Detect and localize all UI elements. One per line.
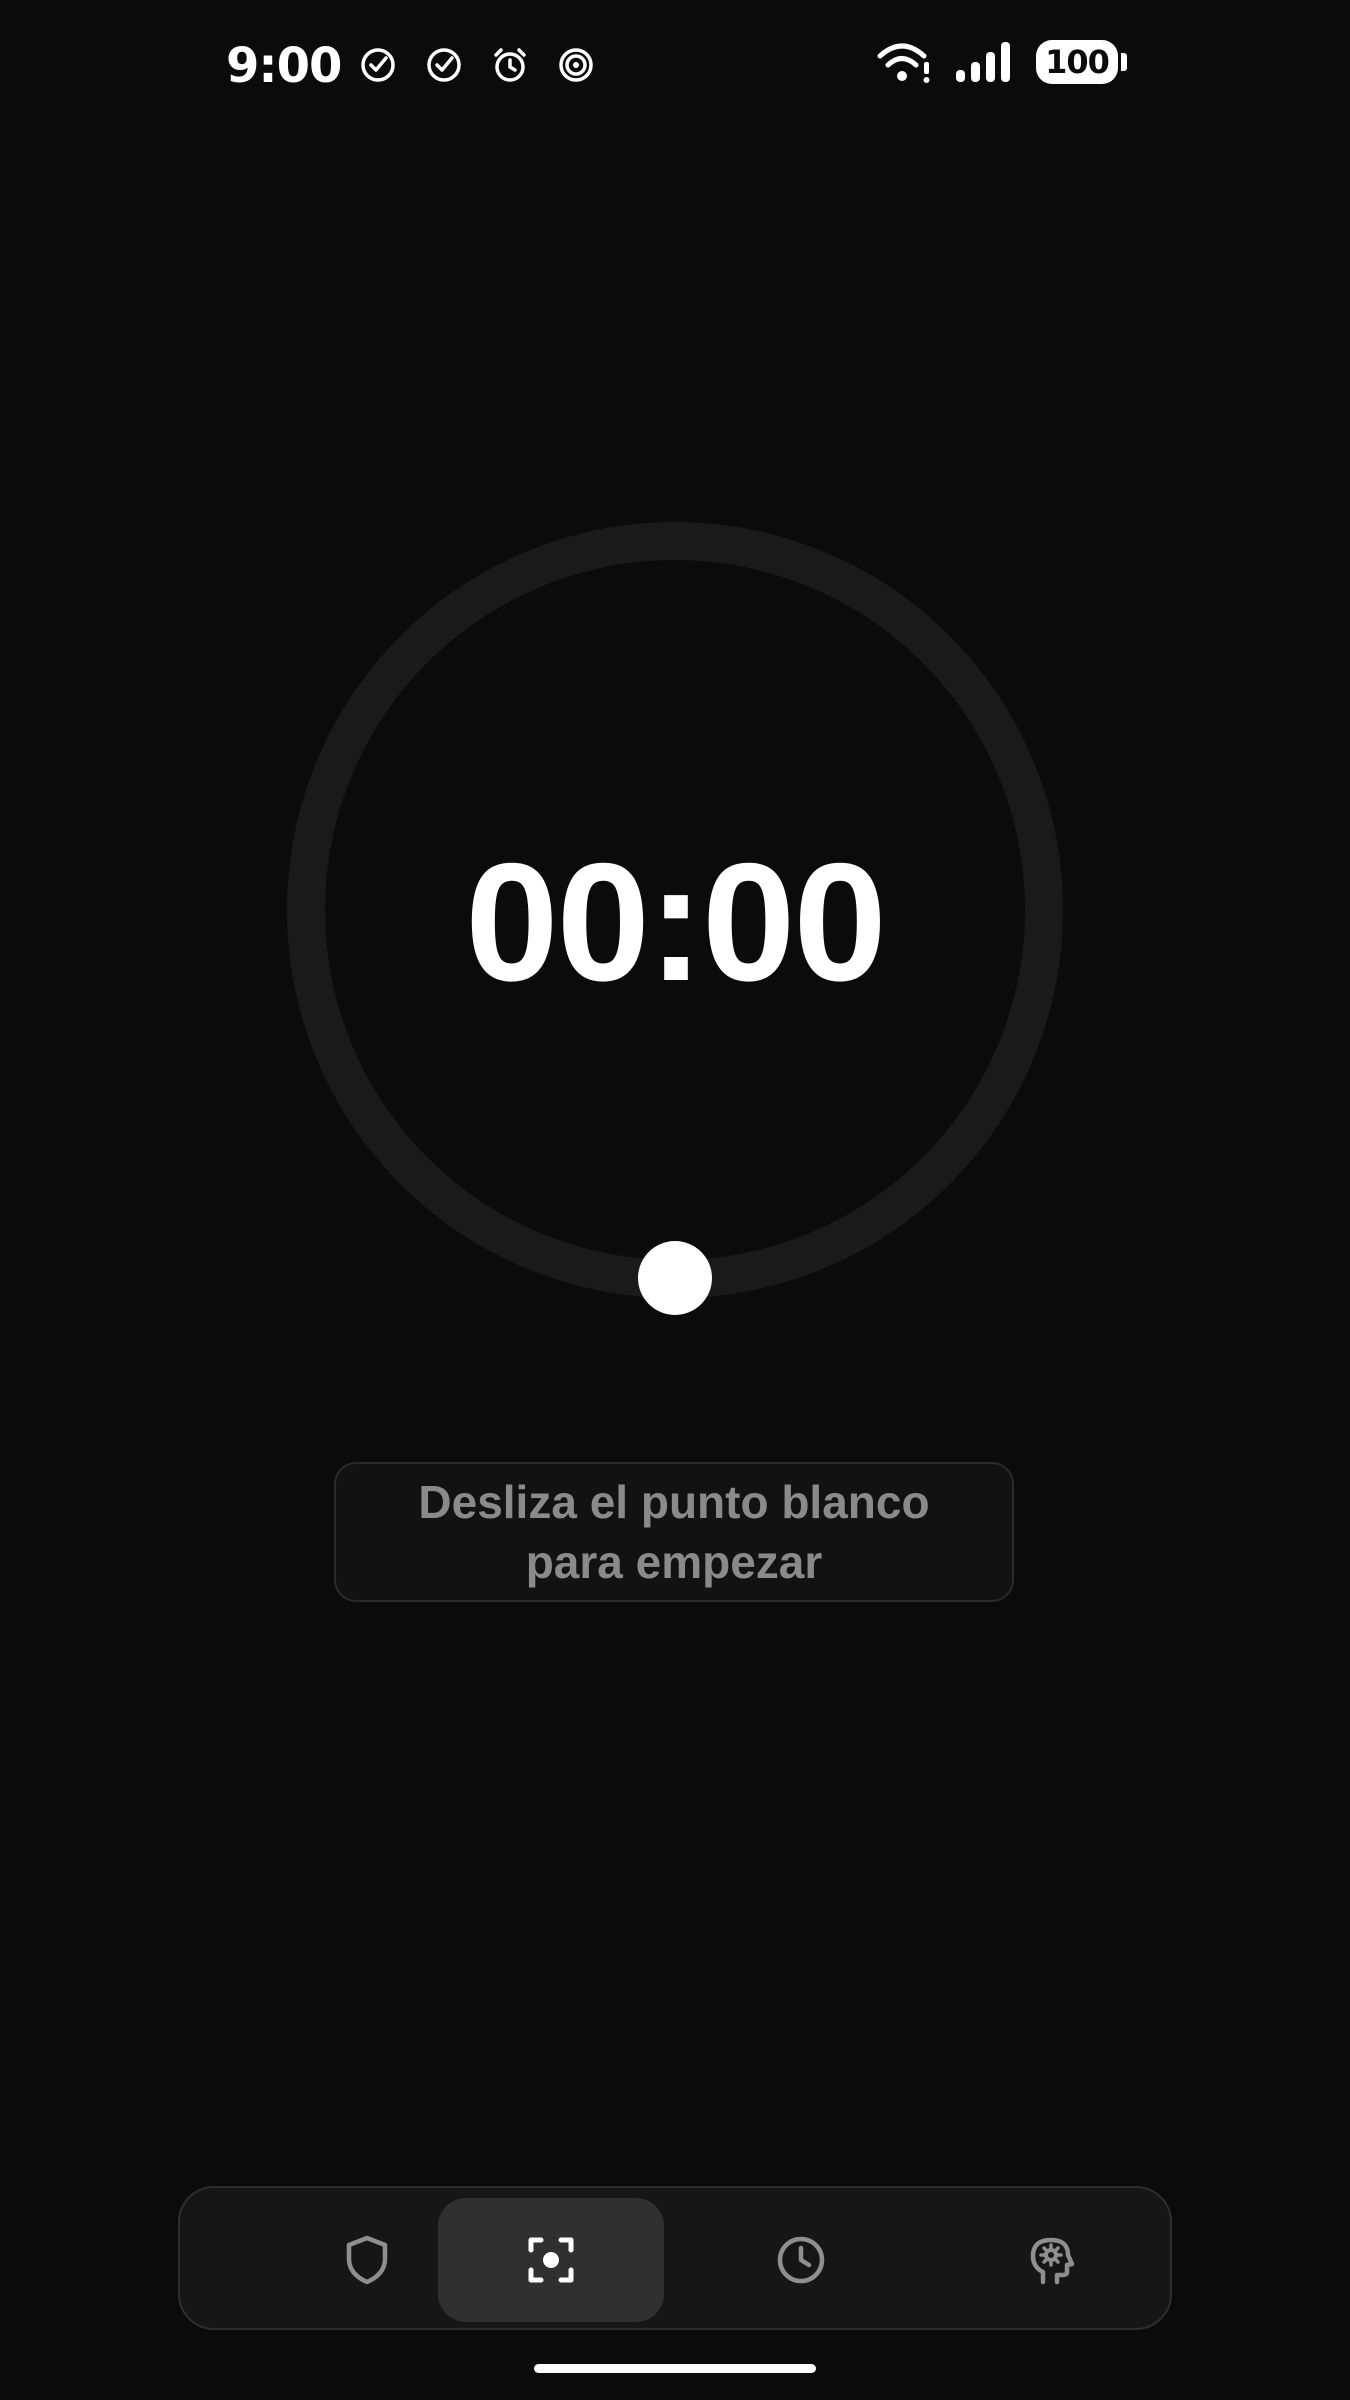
bottom-navigation <box>178 2186 1172 2330</box>
system-icons: 100 <box>876 40 1127 84</box>
battery-indicator: 100 <box>1036 40 1127 84</box>
alarm-clock-icon <box>494 48 526 82</box>
head-gear-icon <box>1030 2237 1075 2285</box>
hint-box: Desliza el punto blanco para empezar <box>334 1462 1014 1602</box>
focus-target-icon <box>528 2237 574 2283</box>
shield-icon <box>346 2235 388 2285</box>
status-bar: 9:00 100 <box>0 0 1350 130</box>
focus-timer-screen: 9:00 100 00:00 Desliza el punto blanco p… <box>0 0 1350 2400</box>
check-circle-icon <box>361 48 395 82</box>
home-indicator[interactable] <box>534 2364 816 2373</box>
wifi-icon <box>877 43 930 83</box>
battery-cap <box>1121 53 1127 71</box>
timer-slider-handle[interactable] <box>638 1241 712 1315</box>
check-circle-icon <box>427 48 461 82</box>
clock-icon <box>777 2236 825 2284</box>
nav-item-focus[interactable] <box>438 2198 664 2322</box>
notification-icons <box>358 45 596 85</box>
battery-level: 100 <box>1036 40 1118 84</box>
status-time: 9:00 <box>226 38 342 94</box>
hint-text: Desliza el punto blanco para empezar <box>418 1476 930 1588</box>
timer-display: 00:00 <box>465 828 887 1016</box>
nav-item-mind[interactable] <box>938 2198 1164 2322</box>
signal-bars-icon <box>956 42 1010 82</box>
timer-dial: 00:00 <box>287 522 1063 1298</box>
nav-item-history[interactable] <box>688 2198 914 2322</box>
spiral-icon <box>559 48 593 82</box>
